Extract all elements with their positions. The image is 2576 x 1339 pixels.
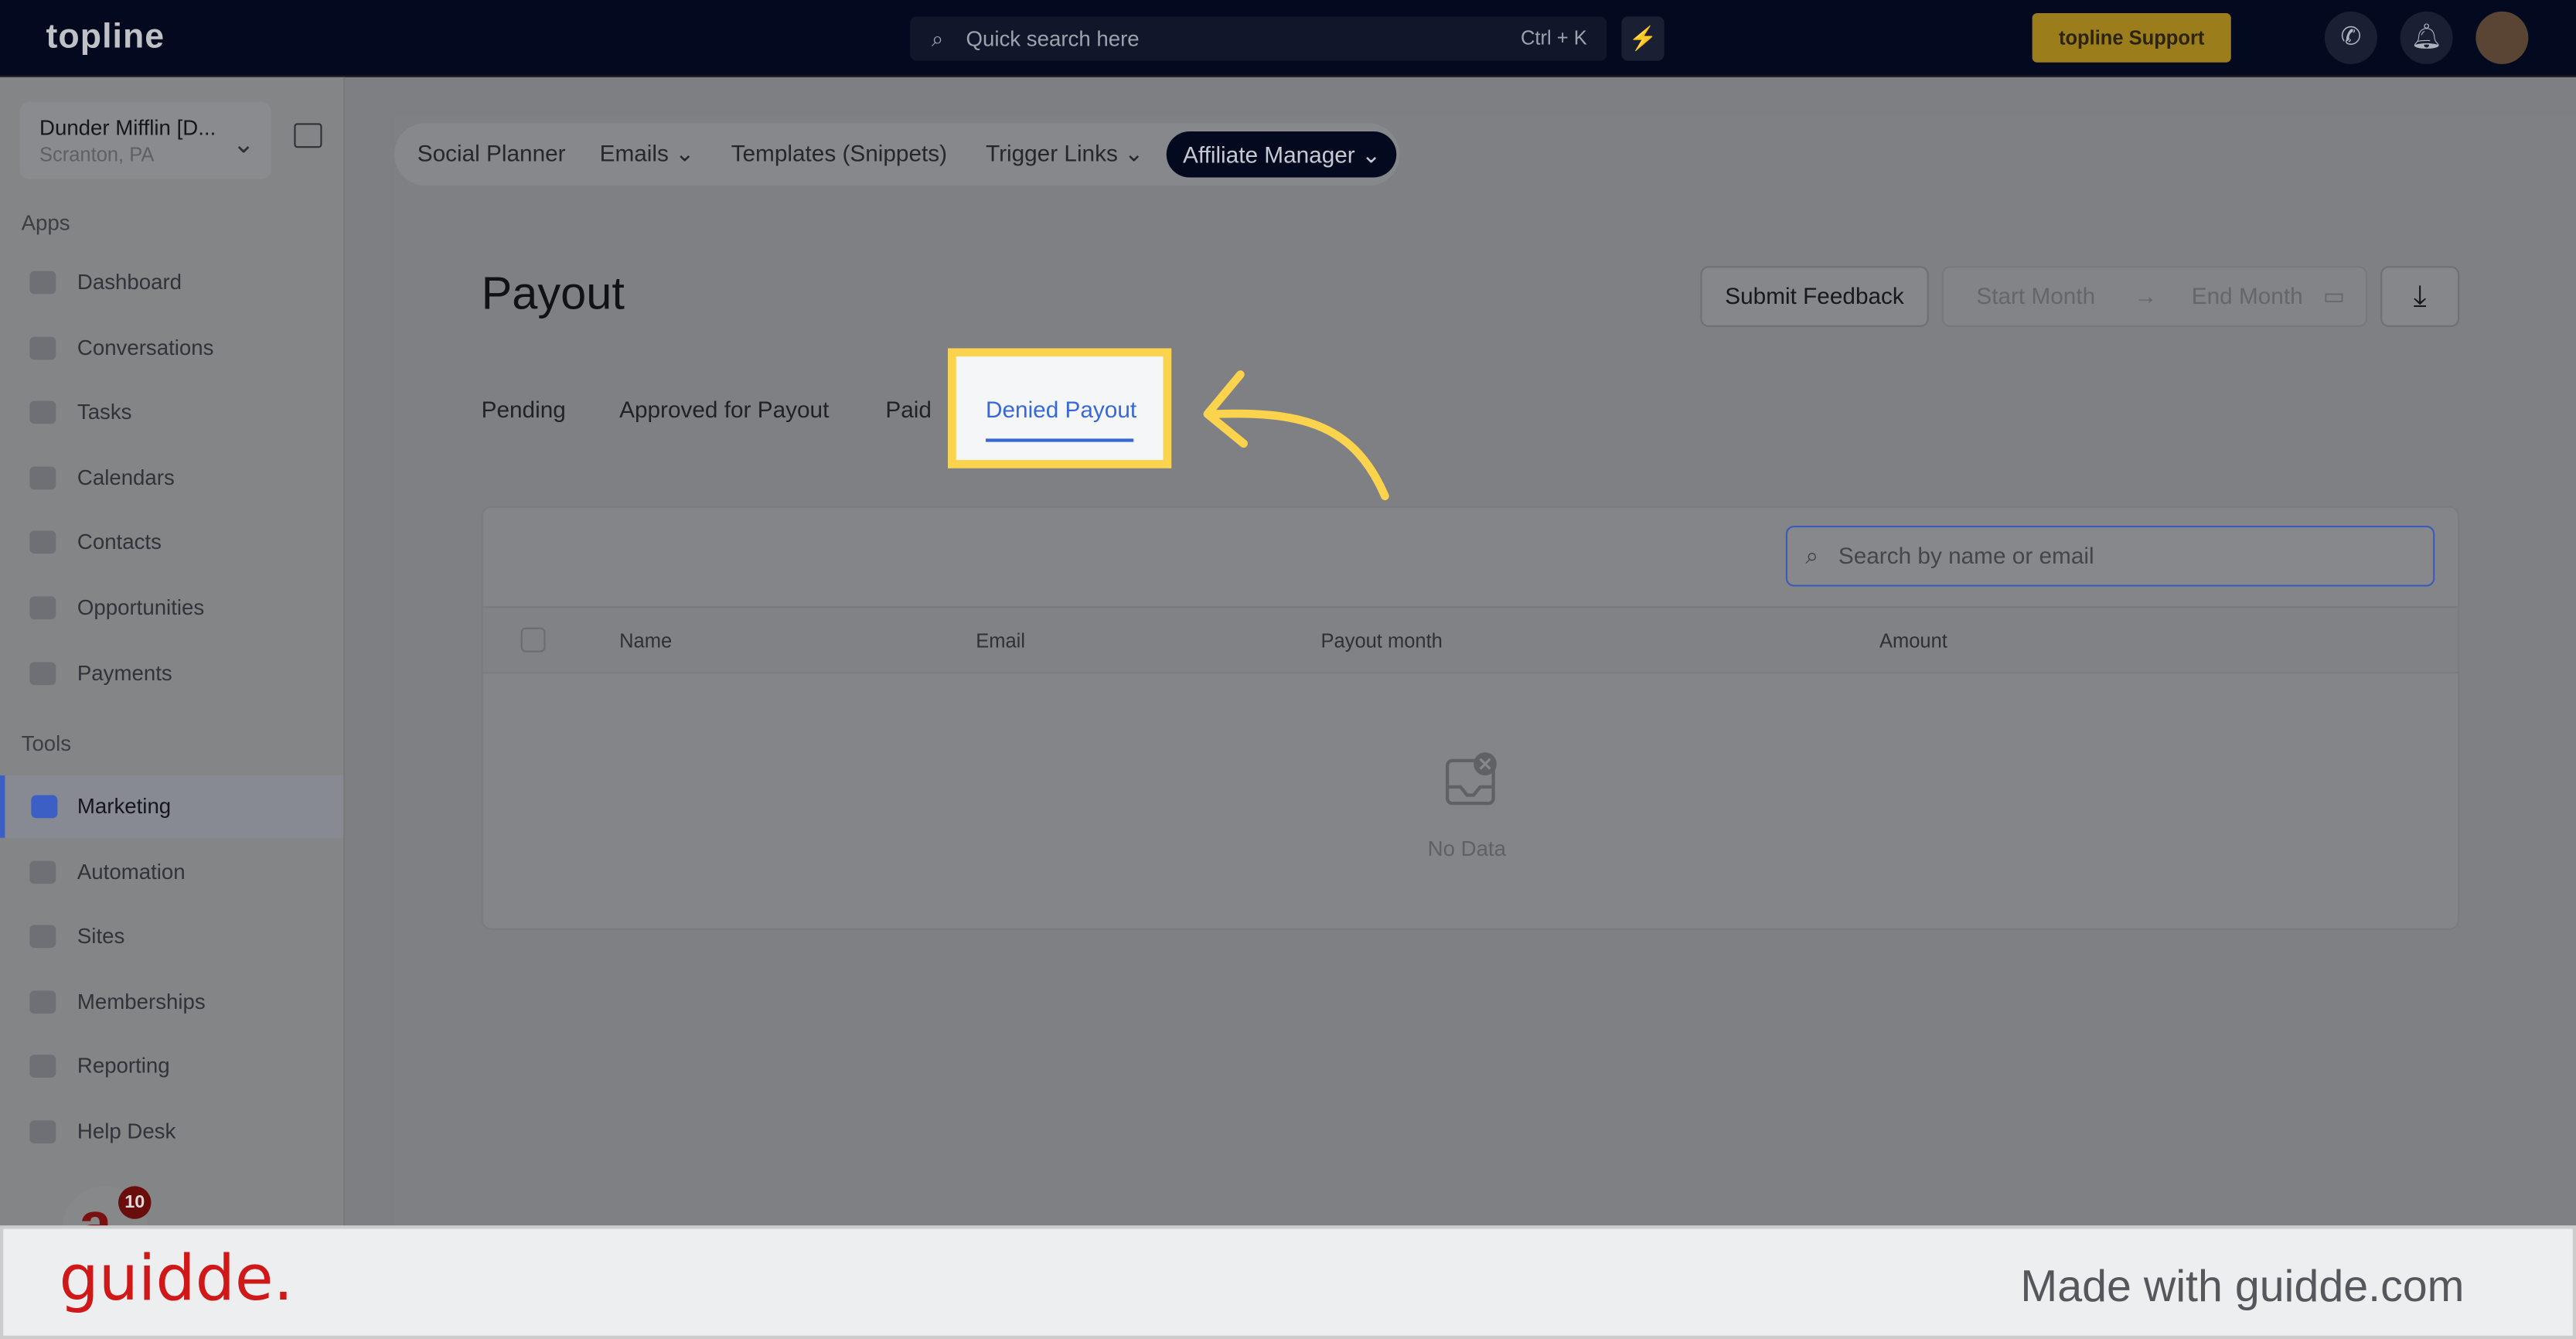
help-desk-icon — [29, 1120, 56, 1143]
sidebar-item-opportunities[interactable]: Opportunities — [0, 577, 343, 639]
guidde-logo: guidde. — [59, 1242, 294, 1315]
sidebar-item-label: Marketing — [77, 793, 172, 819]
made-with-text: Made with guidde.com — [2020, 1262, 2465, 1311]
nav-social-planner[interactable]: Social Planner — [417, 140, 566, 166]
search-input[interactable]: ⌕ Search by name or email — [1785, 526, 2435, 587]
automation-icon — [29, 860, 56, 884]
sidebar-item-label: Automation — [77, 858, 186, 884]
opportunities-icon — [29, 596, 56, 620]
memberships-icon — [29, 990, 56, 1014]
tab-paid[interactable]: Paid — [885, 396, 932, 422]
search-icon: ⌕ — [1805, 542, 1819, 569]
tab-pending[interactable]: Pending — [482, 396, 566, 422]
sidebar-item-label: Dashboard — [77, 269, 182, 295]
sidebar-item-label: Calendars — [77, 464, 175, 489]
nav-emails[interactable]: Emails ⌄ — [600, 140, 694, 168]
date-range-picker[interactable]: Start Month → End Month ▭ — [1941, 266, 2368, 327]
sidebar-item-contacts[interactable]: Contacts — [0, 512, 343, 574]
sites-icon — [29, 925, 56, 949]
table-header: Name Email Payout month Amount — [482, 606, 2458, 674]
top-bar: topline ⌕ Quick search here Ctrl + K ⚡ top… — [0, 0, 2576, 77]
column-payout-month[interactable]: Payout month — [1321, 629, 1443, 652]
nav-affiliate-manager[interactable]: Affiliate Manager ⌄ — [1166, 131, 1398, 178]
sidebar-item-label: Conversations — [77, 334, 214, 359]
sidebar-item-memberships[interactable]: Memberships — [0, 970, 343, 1033]
column-email[interactable]: Email — [976, 629, 1025, 652]
column-amount[interactable]: Amount — [1879, 629, 1947, 652]
support-button[interactable]: topline Support — [2032, 13, 2231, 63]
bell-icon[interactable]: 🔔︎ — [2400, 11, 2453, 64]
marketing-icon — [31, 795, 58, 819]
sidebar-item-help-desk[interactable]: Help Desk — [0, 1101, 343, 1164]
sidebar-item-automation[interactable]: Automation — [0, 840, 343, 903]
arrow-right-icon: → — [2134, 282, 2158, 309]
guidde-footer: guidde. Made with guidde.com — [0, 1225, 2576, 1339]
sidebar-item-reporting[interactable]: Reporting — [0, 1036, 343, 1099]
apps-label: Apps — [21, 210, 70, 235]
payout-table-card: ⌕ Search by name or email Name Email Payo… — [481, 506, 2460, 930]
sidebar-item-label: Memberships — [77, 988, 206, 1014]
contacts-icon — [29, 531, 56, 554]
logo: topline — [46, 18, 165, 56]
account-switcher[interactable]: Dunder Mifflin [D... Scranton, PA ⌄ — [19, 101, 271, 179]
sidebar-item-label: Opportunities — [77, 595, 205, 620]
submit-feedback-button[interactable]: Submit Feedback — [1700, 266, 1929, 327]
active-tab-indicator — [986, 438, 1134, 442]
sidebar-item-label: Sites — [77, 923, 125, 949]
sidebar-item-label: Reporting — [77, 1053, 170, 1078]
phone-icon[interactable]: ✆ — [2324, 11, 2377, 64]
quick-search[interactable]: ⌕ Quick search here Ctrl + K — [910, 16, 1607, 61]
download-icon: ⤓ — [2413, 279, 2427, 312]
sidebar: Dunder Mifflin [D... Scranton, PA ⌄ Apps D… — [0, 77, 346, 1228]
sidebar-item-label: Contacts — [77, 530, 162, 554]
tasks-icon — [29, 400, 56, 424]
sidebar-item-sites[interactable]: Sites — [0, 905, 343, 968]
collapse-sidebar-icon[interactable] — [294, 123, 322, 148]
nav-templates[interactable]: Templates (Snippets) — [731, 140, 947, 166]
marketing-nav: Social Planner Emails ⌄ Templates (Snipp… — [394, 123, 1400, 186]
chevron-down-icon: ⌄ — [232, 131, 255, 160]
sidebar-item-marketing[interactable]: Marketing — [0, 775, 344, 838]
sidebar-item-conversations[interactable]: Conversations — [0, 316, 343, 379]
app: topline ⌕ Quick search here Ctrl + K ⚡ top… — [0, 0, 2576, 1339]
no-data-text: No Data — [1427, 836, 1506, 861]
calendars-icon — [29, 466, 56, 489]
avatar[interactable] — [2475, 11, 2529, 64]
search-icon: ⌕ — [931, 26, 944, 51]
calendar-icon: ▭ — [2322, 282, 2345, 309]
sidebar-item-label: Tasks — [77, 399, 132, 424]
sidebar-item-label: Payments — [77, 659, 172, 685]
nav-trigger-links[interactable]: Trigger Links ⌄ — [986, 140, 1143, 168]
reporting-icon — [29, 1055, 56, 1078]
tab-approved[interactable]: Approved for Payout — [619, 396, 829, 422]
page-title: Payout — [481, 267, 625, 319]
select-all-checkbox[interactable] — [520, 627, 546, 652]
bolt-icon[interactable]: ⚡ — [1621, 16, 1665, 61]
sidebar-item-label: Help Desk — [77, 1119, 176, 1143]
empty-inbox-icon — [1446, 752, 1497, 806]
download-button[interactable]: ⤓ — [2380, 266, 2460, 327]
sidebar-item-calendars[interactable]: Calendars — [0, 447, 343, 509]
tab-denied-payout[interactable]: Denied Payout — [948, 348, 1172, 468]
sidebar-item-dashboard[interactable]: Dashboard — [0, 251, 343, 314]
sidebar-item-payments[interactable]: Payments — [0, 642, 343, 704]
payments-icon — [29, 661, 56, 685]
annotation-arrow-icon — [1203, 370, 1389, 501]
conversations-icon — [29, 336, 56, 359]
column-name[interactable]: Name — [619, 629, 672, 652]
tools-label: Tools — [21, 731, 72, 756]
dashboard-icon — [29, 271, 56, 295]
sidebar-item-tasks[interactable]: Tasks — [0, 381, 343, 444]
